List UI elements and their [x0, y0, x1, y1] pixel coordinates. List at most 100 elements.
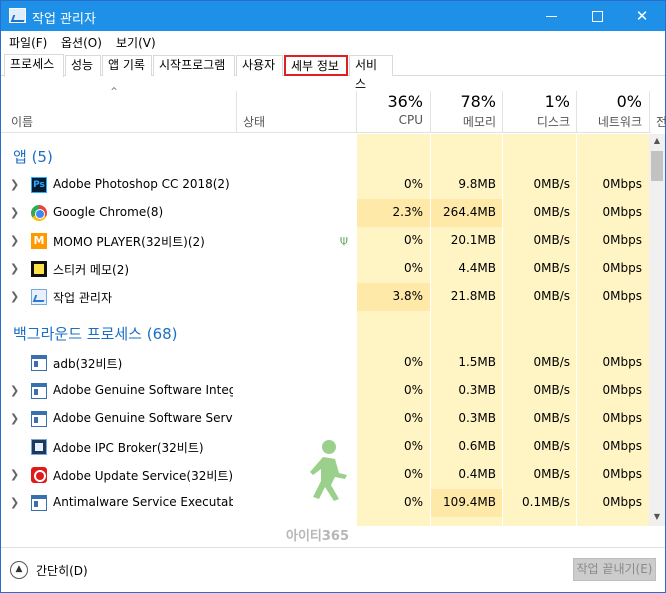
tab-startup[interactable]: 시작프로그램: [153, 55, 235, 76]
chevron-up-icon[interactable]: ▲: [10, 561, 28, 579]
chevron-right-icon[interactable]: ❯: [10, 496, 19, 509]
cpu-value: 0%: [403, 177, 423, 191]
sort-up-icon: ⌃: [109, 85, 120, 99]
vertical-scrollbar[interactable]: ▲ ▼: [649, 134, 665, 526]
minimize-icon: [545, 16, 557, 17]
memory-value: 21.8MB: [450, 289, 496, 303]
column-network[interactable]: 네트워크: [577, 113, 642, 130]
memory-value: 4.4MB: [458, 261, 496, 275]
momo-icon: M: [31, 233, 47, 249]
tab-app-history[interactable]: 앱 기록: [102, 55, 152, 76]
menu-options[interactable]: 옵션(O): [61, 34, 102, 51]
maximize-button[interactable]: [574, 1, 620, 31]
memory-value: 0.3MB: [458, 411, 496, 425]
running-man-icon: [310, 440, 347, 501]
disk-value: 0.1MB/s: [522, 495, 570, 509]
cpu-value: 0%: [403, 467, 423, 481]
process-row[interactable]: ❯ 스티커 메모(2) 0% 4.4MB 0MB/s 0Mbps: [1, 255, 649, 283]
photoshop-icon: Ps: [31, 177, 47, 193]
menu-bar: 파일(F) 옵션(O) 보기(V): [1, 31, 665, 53]
window-icon: [31, 495, 47, 511]
cpu-total: 36%: [387, 92, 423, 111]
menu-view[interactable]: 보기(V): [116, 34, 156, 51]
menu-file[interactable]: 파일(F): [9, 34, 47, 51]
column-divider: [649, 91, 650, 133]
fewer-details-link[interactable]: 간단히(D): [36, 562, 88, 579]
cpu-value: 0%: [403, 233, 423, 247]
chevron-right-icon[interactable]: ❯: [10, 290, 19, 303]
disk-value: 0MB/s: [533, 177, 570, 191]
close-button[interactable]: ✕: [619, 1, 665, 31]
column-name[interactable]: 이름: [11, 113, 33, 130]
maximize-icon: [591, 11, 603, 22]
tab-performance[interactable]: 성능: [65, 55, 101, 76]
adobe-update-icon: [31, 467, 47, 483]
footer-bar: ▲ 간단히(D) 작업 끝내기(E): [1, 547, 665, 592]
network-value: 0Mbps: [602, 355, 642, 369]
task-manager-window: 작업 관리자 ✕ 파일(F) 옵션(O) 보기(V) 프로세스 성능 앱 기록 …: [0, 0, 666, 593]
tab-services[interactable]: 서비스: [349, 55, 393, 91]
disk-value: 0MB/s: [533, 355, 570, 369]
task-manager-icon: [9, 8, 26, 23]
process-row[interactable]: adb(32비트) 0% 1.5MB 0MB/s 0Mbps: [1, 349, 649, 377]
watermark-logo: 아이티365: [286, 439, 366, 544]
chevron-right-icon[interactable]: ❯: [10, 178, 19, 191]
process-row[interactable]: ❯ M MOMO PLAYER(32비트)(2) ⍦ 0% 20.1MB 0MB/s 0Mbp…: [1, 227, 649, 255]
cpu-value: 0%: [403, 261, 423, 275]
tab-processes[interactable]: 프로세스: [4, 54, 64, 77]
process-row[interactable]: ❯ 작업 관리자 3.8% 21.8MB 0MB/s 0Mbps: [1, 283, 649, 311]
disk-total: 1%: [544, 92, 570, 111]
chevron-right-icon[interactable]: ❯: [10, 206, 19, 219]
chevron-right-icon[interactable]: ❯: [10, 384, 19, 397]
scroll-thumb[interactable]: [651, 151, 663, 181]
network-value: 0Mbps: [602, 411, 642, 425]
column-disk[interactable]: 디스크: [503, 113, 570, 130]
process-name: Antimalware Service Executable: [53, 495, 233, 509]
process-name: Adobe Photoshop CC 2018(2): [53, 177, 230, 191]
minimize-button[interactable]: [528, 1, 574, 31]
process-name: 작업 관리자: [53, 291, 113, 305]
column-memory[interactable]: 메모리: [431, 113, 496, 130]
network-value: 0Mbps: [602, 177, 642, 191]
cpu-value: 0%: [403, 411, 423, 425]
leaf-icon: ⍦: [340, 233, 348, 248]
process-name: adb(32비트): [53, 357, 123, 371]
memory-total: 78%: [460, 92, 496, 111]
process-row[interactable]: ❯ Google Chrome(8) 2.3% 264.4MB 0MB/s 0Mbps: [1, 199, 649, 227]
window-icon: [31, 411, 47, 427]
column-power-cut[interactable]: 전: [656, 113, 666, 130]
cpu-value: 0%: [403, 439, 423, 453]
tab-details[interactable]: 세부 정보: [284, 55, 348, 76]
chrome-icon: [31, 205, 47, 221]
chevron-right-icon[interactable]: ❯: [10, 412, 19, 425]
network-value: 0Mbps: [602, 261, 642, 275]
group-background-title: 백그라운드 프로세스 (68): [13, 325, 178, 343]
title-bar[interactable]: 작업 관리자 ✕: [1, 1, 665, 31]
scroll-down-icon[interactable]: ▼: [649, 512, 665, 521]
scroll-up-icon[interactable]: ▲: [649, 136, 665, 145]
disk-value: 0MB/s: [533, 411, 570, 425]
network-total: 0%: [616, 92, 642, 111]
window-icon: [31, 383, 47, 399]
chevron-right-icon[interactable]: ❯: [10, 234, 19, 247]
network-value: 0Mbps: [602, 439, 642, 453]
chevron-right-icon[interactable]: ❯: [10, 468, 19, 481]
column-status[interactable]: 상태: [243, 113, 265, 130]
disk-value: 0MB/s: [533, 261, 570, 275]
memory-value: 109.4MB: [443, 495, 496, 509]
process-row[interactable]: ❯ Adobe Genuine Software Integr... 0% 0.3MB…: [1, 377, 649, 405]
disk-value: 0MB/s: [533, 289, 570, 303]
process-name: Adobe Genuine Software Integr...: [53, 383, 233, 397]
process-name: Adobe Update Service(32비트): [53, 469, 233, 483]
network-value: 0Mbps: [602, 495, 642, 509]
process-name: 스티커 메모(2): [53, 263, 130, 277]
window-icon: [31, 355, 47, 371]
chevron-right-icon[interactable]: ❯: [10, 262, 19, 275]
column-cpu[interactable]: CPU: [357, 113, 423, 127]
process-row[interactable]: ❯ Ps Adobe Photoshop CC 2018(2) 0% 9.8MB 0MB/…: [1, 171, 649, 199]
column-header: ⌃ 이름 상태 36% CPU 78% 메모리 1% 디스크 0% 네트워크 전: [1, 85, 666, 133]
process-row[interactable]: ❯ Adobe Genuine Software Servi... 0% 0.3MB 0…: [1, 405, 649, 433]
network-value: 0Mbps: [602, 233, 642, 247]
tab-users[interactable]: 사용자: [236, 55, 283, 76]
end-task-button[interactable]: 작업 끝내기(E): [573, 558, 656, 581]
